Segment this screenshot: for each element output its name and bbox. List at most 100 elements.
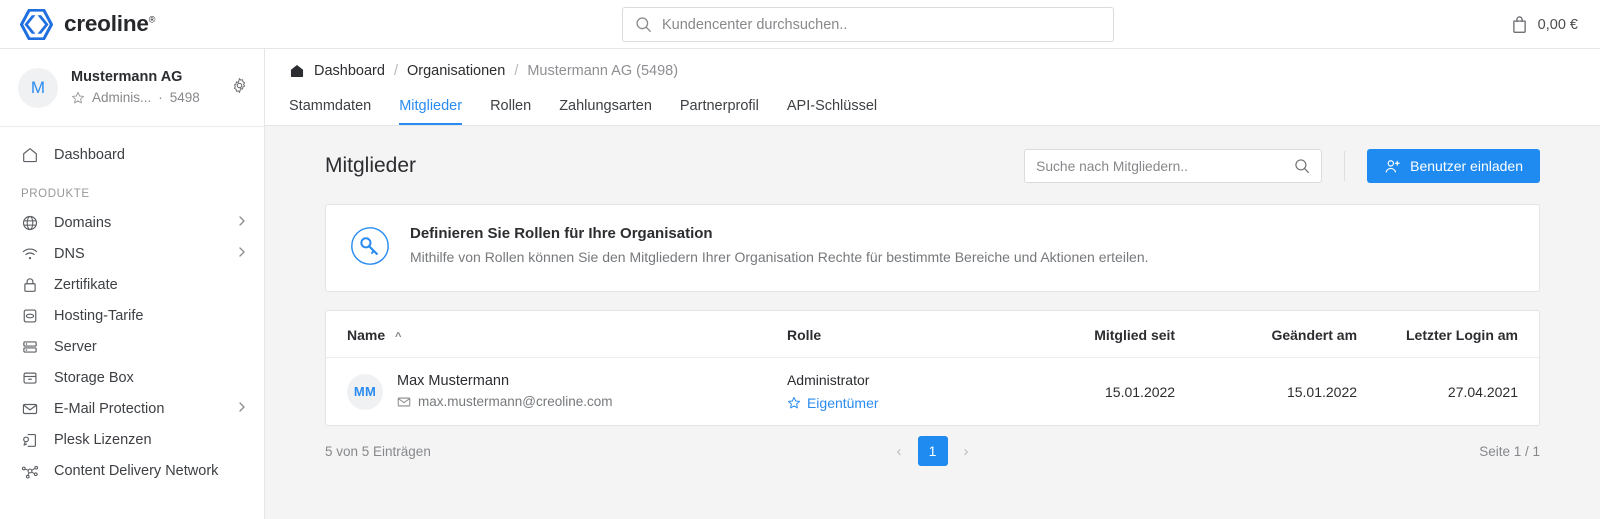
server-icon [21, 338, 39, 356]
global-search-input[interactable] [662, 8, 1101, 41]
owner-badge[interactable]: Eigentümer [787, 393, 993, 413]
organization-card[interactable]: M Mustermann AG Adminis... · 5498 [0, 49, 264, 127]
mail-icon [21, 400, 39, 418]
global-search[interactable] [622, 7, 1114, 42]
banner-text: Mithilfe von Rollen können Sie den Mitgl… [410, 249, 1149, 265]
brand-name: creoline® [64, 11, 156, 36]
organization-id: 5498 [169, 90, 200, 105]
sidebar-item-server[interactable]: Server [0, 331, 264, 362]
sidebar-item-email-protection[interactable]: E-Mail Protection [0, 393, 264, 424]
tab-mitglieder[interactable]: Mitglieder [385, 98, 476, 125]
breadcrumb: Dashboard / Organisationen / Mustermann … [289, 49, 1576, 87]
organization-meta: Mustermann AG Adminis... · 5498 [71, 68, 218, 107]
header-divider [1344, 151, 1346, 181]
sidebar-item-label: Content Delivery Network [54, 462, 219, 479]
member-search[interactable] [1024, 149, 1323, 183]
user-email: max.mustermann@creoline.com [397, 392, 613, 412]
table-row[interactable]: MM Max Mustermann max.mustermann@creolin… [326, 358, 1539, 426]
breadcrumb-item-organisationen[interactable]: Organisationen [407, 63, 505, 79]
tab-stammdaten[interactable]: Stammdaten [289, 98, 385, 125]
breadcrumb-separator: / [393, 63, 398, 79]
sidebar-item-label: Storage Box [54, 369, 134, 386]
app-body: M Mustermann AG Adminis... · 5498 Dashbo… [0, 49, 1600, 519]
sidebar: M Mustermann AG Adminis... · 5498 Dashbo… [0, 49, 265, 519]
organization-name: Mustermann AG [71, 69, 183, 85]
tab-bar: Stammdaten Mitglieder Rollen Zahlungsart… [289, 87, 1576, 125]
roles-info-banner: Definieren Sie Rollen für Ihre Organisat… [325, 204, 1540, 292]
database-icon [21, 307, 39, 325]
sidebar-item-label: Hosting-Tarife [54, 307, 144, 324]
sidebar-item-storage-box[interactable]: Storage Box [0, 362, 264, 393]
table-header-row: Name ^ Rolle Mitglied seit Geändert am L… [326, 311, 1539, 358]
column-header-mitglied-seit[interactable]: Mitglied seit [993, 311, 1176, 358]
organization-subline: Adminis... · 5498 [71, 88, 218, 107]
cell-name: MM Max Mustermann max.mustermann@creolin… [326, 358, 787, 426]
invite-user-button[interactable]: Benutzer einladen [1367, 149, 1540, 183]
banner-body: Definieren Sie Rollen für Ihre Organisat… [410, 225, 1149, 267]
cart-amount: 0,00 € [1537, 16, 1578, 33]
globe-icon [21, 214, 39, 232]
user-text: Max Mustermann max.mustermann@creoline.c… [397, 371, 613, 412]
pagination-page-1[interactable]: 1 [917, 436, 948, 466]
tab-zahlungsarten[interactable]: Zahlungsarten [545, 98, 666, 125]
sidebar-section-produkte: PRODUKTE [21, 188, 90, 200]
avatar: MM [347, 373, 383, 410]
column-header-geaendert-am[interactable]: Geändert am [1175, 311, 1358, 358]
banner-title: Definieren Sie Rollen für Ihre Organisat… [410, 225, 713, 242]
pagination-page-info: Seite 1 / 1 [1479, 443, 1540, 459]
cell-last-login: 27.04.2021 [1447, 383, 1518, 400]
column-header-letzter-login[interactable]: Letzter Login am [1357, 311, 1539, 358]
column-header-name[interactable]: Name ^ [326, 311, 787, 358]
star-icon [787, 396, 800, 409]
avatar: M [18, 67, 58, 108]
tab-partnerprofil[interactable]: Partnerprofil [666, 98, 773, 125]
pagination: 5 von 5 Einträgen ‹ 1 › Seite 1 / 1 [325, 426, 1540, 476]
member-search-input[interactable] [1036, 150, 1287, 182]
breadcrumb-item-dashboard[interactable]: Dashboard [314, 63, 385, 79]
cart-button[interactable]: 0,00 € [1510, 0, 1578, 49]
column-header-rolle[interactable]: Rolle [786, 311, 994, 358]
page-header: Mitglieder Suche nach Mitgliedern.. Benu… [325, 148, 1540, 184]
table-head: Name ^ Rolle Mitglied seit Geändert am L… [326, 311, 1539, 358]
lock-icon [21, 276, 39, 294]
brand-registered-mark: ® [148, 14, 156, 25]
pagination-controls: ‹ 1 › [893, 436, 973, 466]
shopping-bag-icon [1512, 16, 1526, 33]
tab-rollen[interactable]: Rollen [476, 98, 545, 125]
sidebar-item-plesk-lizenzen[interactable]: Plesk Lizenzen [0, 424, 264, 455]
column-label-name: Name [347, 327, 386, 343]
chevron-right-icon [236, 401, 248, 417]
organization-role: Adminis... [92, 90, 152, 105]
main-area: Dashboard / Organisationen / Mustermann … [265, 49, 1600, 519]
chevron-right-icon [236, 215, 248, 231]
tab-api-schluessel[interactable]: API-Schlüssel [773, 98, 891, 125]
sidebar-item-label: E-Mail Protection [54, 400, 165, 417]
star-icon [72, 91, 84, 103]
chevron-right-icon[interactable]: › [960, 443, 973, 460]
sidebar-item-dashboard[interactable]: Dashboard [0, 139, 264, 170]
column-label-letzter-login: Letzter Login am [1405, 327, 1518, 343]
brand-logo-area[interactable]: creoline® [0, 8, 265, 40]
cell-member-since: 15.01.2022 [1105, 383, 1176, 400]
search-icon [636, 17, 651, 32]
home-icon [21, 146, 39, 164]
search-icon [1295, 159, 1310, 173]
chevron-up-icon: ^ [395, 331, 402, 343]
column-label-geaendert-am: Geändert am [1271, 327, 1358, 343]
column-label-rolle: Rolle [786, 327, 822, 343]
sidebar-item-domains[interactable]: Domains [0, 207, 264, 238]
sidebar-item-hosting-tarife[interactable]: Hosting-Tarife [0, 300, 264, 331]
content-area: Mitglieder Suche nach Mitgliedern.. Benu… [265, 126, 1600, 519]
wifi-icon [21, 245, 39, 263]
sidebar-item-dns[interactable]: DNS [0, 238, 264, 269]
page-title: Mitglieder [325, 154, 417, 177]
user-name: Max Mustermann [397, 373, 510, 389]
sidebar-item-content-delivery-network[interactable]: Content Delivery Network [0, 455, 264, 486]
chevron-left-icon[interactable]: ‹ [893, 443, 906, 460]
cell-changed-at: 15.01.2022 [1286, 383, 1358, 400]
home-icon[interactable] [289, 63, 305, 79]
sidebar-item-zertifikate[interactable]: Zertifikate [0, 269, 264, 300]
gear-icon[interactable] [231, 77, 248, 99]
owner-label: Eigentümer [806, 395, 879, 411]
app-root: creoline® 0,00 € M Mustermann AG [0, 0, 1600, 519]
